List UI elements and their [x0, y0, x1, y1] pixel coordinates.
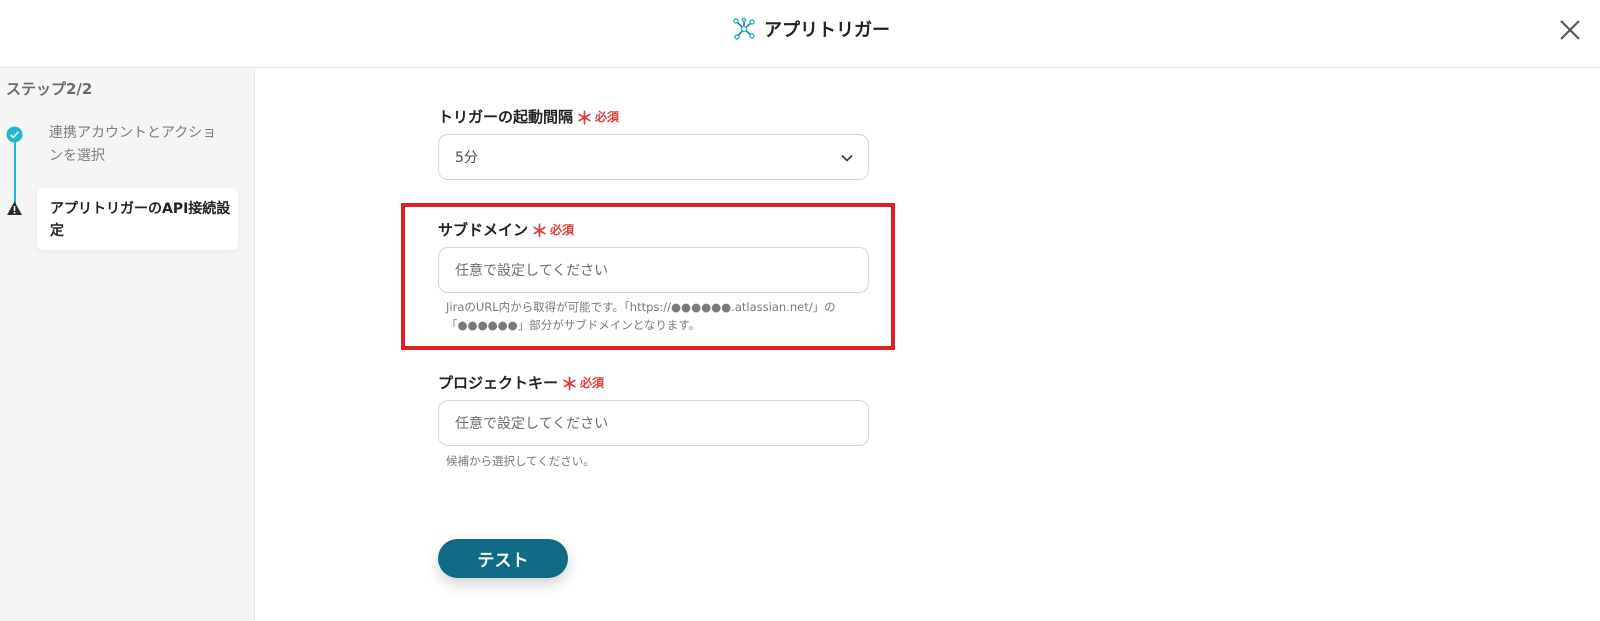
- warning-triangle-icon: [7, 201, 22, 215]
- step-sidebar: ステップ2/2 連携アカウントとアクションを選択 アプリトリガーのAPI接続設定: [0, 68, 255, 621]
- project-key-input[interactable]: 任意で設定してください: [438, 400, 869, 446]
- subdomain-label: サブドメイン ＊ 必須: [438, 217, 574, 242]
- check-circle-icon: [6, 126, 23, 143]
- project-key-placeholder: 任意で設定してください: [455, 416, 609, 432]
- interval-label-text: トリガーの起動間隔: [438, 108, 574, 126]
- subdomain-help-line2: 「●●●●●●」部分がサブドメインとなります。: [446, 318, 701, 332]
- required-asterisk: ＊: [531, 222, 549, 242]
- close-icon: [1560, 20, 1580, 40]
- subdomain-help: JiraのURL内から取得が可能です。「https://●●●●●●.atlas…: [446, 298, 836, 334]
- chevron-down-icon: [841, 154, 853, 162]
- test-button[interactable]: テスト: [438, 539, 568, 578]
- step-item-api-settings[interactable]: アプリトリガーのAPI接続設定: [37, 188, 238, 250]
- required-badge: 必須: [550, 223, 575, 237]
- step-item-select-account[interactable]: 連携アカウントとアクションを選択: [49, 122, 229, 168]
- step-item-label: アプリトリガーのAPI接続設定: [50, 201, 231, 239]
- step-counter: ステップ2/2: [6, 80, 93, 98]
- modal-title: アプリトリガー: [732, 14, 890, 44]
- subdomain-help-line1: JiraのURL内から取得が可能です。「https://●●●●●●.atlas…: [446, 300, 836, 314]
- required-asterisk: ＊: [576, 109, 594, 129]
- subdomain-label-text: サブドメイン: [438, 221, 529, 239]
- interval-select-value: 5分: [455, 150, 478, 166]
- required-badge: 必須: [595, 110, 620, 124]
- project-key-help: 候補から選択してください。: [446, 454, 595, 468]
- modal-title-text: アプリトリガー: [764, 20, 890, 41]
- network-nodes-icon: [733, 17, 755, 40]
- project-key-label-text: プロジェクトキー: [438, 374, 559, 392]
- interval-label: トリガーの起動間隔 ＊ 必須: [438, 104, 619, 129]
- required-badge: 必須: [580, 376, 605, 390]
- required-asterisk: ＊: [561, 375, 579, 395]
- project-key-label: プロジェクトキー ＊ 必須: [438, 370, 604, 395]
- subdomain-placeholder: 任意で設定してください: [455, 263, 609, 279]
- subdomain-input[interactable]: 任意で設定してください: [438, 247, 869, 293]
- interval-select[interactable]: 5分: [438, 134, 869, 180]
- close-button[interactable]: [1556, 16, 1584, 44]
- modal-header: アプリトリガー: [0, 0, 1600, 68]
